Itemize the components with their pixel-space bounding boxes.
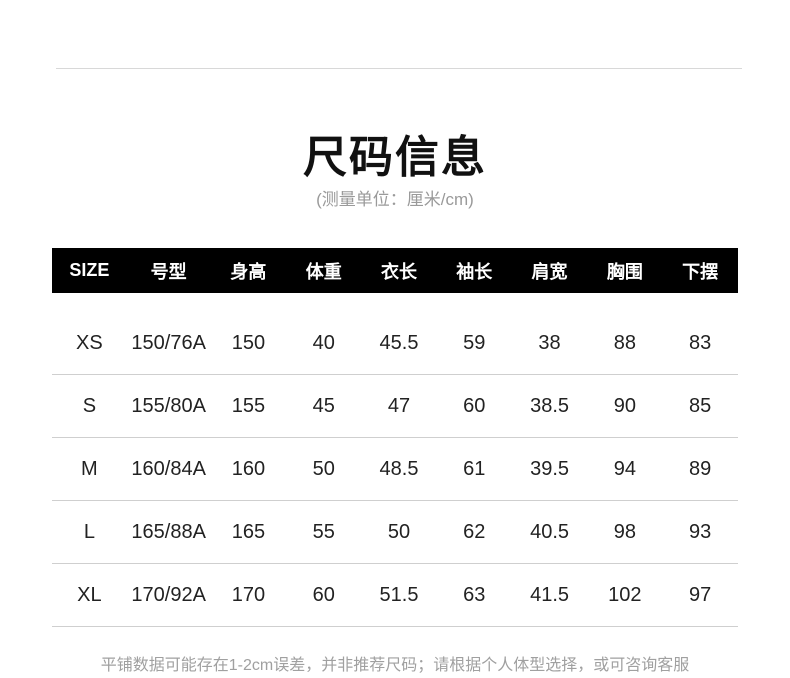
cell-chest: 90	[613, 394, 636, 417]
table-body: XS 150/76A 150 40 45.5 59 38 88 83 S 155…	[52, 312, 738, 627]
cell-length: 47	[387, 394, 411, 417]
cell-height: 170	[231, 583, 266, 606]
cell-hem: 89	[688, 457, 712, 480]
cell-chest: 94	[613, 457, 636, 480]
header-hem: 下摆	[682, 261, 719, 282]
cell-height: 150	[231, 331, 266, 354]
cell-shoulder: 39.5	[530, 457, 570, 480]
cell-length: 48.5	[379, 457, 419, 480]
header-length: 衣长	[380, 261, 417, 282]
cell-height: 165	[231, 520, 266, 543]
table-row: XS 150/76A 150 40 45.5 59 38 88 83	[52, 312, 738, 375]
table-row: XL 170/92A 170 60 51.5 63 41.5 102 97	[52, 564, 738, 627]
cell-chest: 102	[608, 583, 642, 606]
cell-chest: 88	[613, 331, 636, 354]
table-row: S 155/80A 155 45 47 60 38.5 90 85	[52, 375, 738, 438]
cell-size: L	[83, 520, 95, 543]
cell-shoulder: 38.5	[530, 394, 570, 417]
measurement-unit-note: (测量单位：厘米/cm)	[316, 190, 474, 209]
cell-hem: 83	[688, 331, 712, 354]
top-divider	[56, 68, 742, 69]
cell-sleeve: 62	[463, 520, 486, 543]
cell-size: XS	[76, 331, 103, 354]
header-shoulder: 肩宽	[531, 261, 568, 282]
cell-model: 155/80A	[131, 394, 206, 417]
cell-length: 50	[387, 520, 411, 543]
cell-hem: 85	[688, 394, 712, 417]
cell-shoulder: 41.5	[530, 583, 570, 606]
header-sleeve: 袖长	[456, 261, 493, 282]
cell-model: 150/76A	[131, 331, 206, 354]
cell-shoulder: 40.5	[530, 520, 570, 543]
table-row: M 160/84A 160 50 48.5 61 39.5 94 89	[52, 438, 738, 501]
cell-model: 170/92A	[131, 583, 206, 606]
cell-sleeve: 59	[463, 331, 486, 354]
size-chart-table: SIZE 号型 身高 体重 衣长 袖长 肩宽 胸围 下摆 XS 150/76A …	[52, 248, 738, 627]
header-weight: 体重	[305, 261, 342, 282]
cell-hem: 97	[688, 583, 712, 606]
cell-weight: 50	[312, 457, 335, 480]
cell-size: M	[81, 457, 98, 480]
cell-weight: 40	[312, 331, 335, 354]
cell-height: 160	[231, 457, 266, 480]
cell-length: 45.5	[379, 331, 419, 354]
measurement-disclaimer: 平铺数据可能存在1-2cm误差，并非推荐尺码；请根据个人体型选择，或可咨询客服	[100, 657, 690, 674]
table-header-row: SIZE 号型 身高 体重 衣长 袖长 肩宽 胸围 下摆	[52, 248, 738, 293]
cell-size: S	[82, 394, 97, 417]
cell-sleeve: 63	[463, 583, 486, 606]
cell-length: 51.5	[379, 583, 419, 606]
cell-weight: 60	[312, 583, 335, 606]
cell-shoulder: 38	[538, 331, 561, 354]
cell-size: XL	[77, 583, 102, 606]
cell-sleeve: 60	[463, 394, 486, 417]
cell-chest: 98	[613, 520, 636, 543]
cell-weight: 55	[312, 520, 335, 543]
header-model: 号型	[150, 261, 187, 282]
cell-weight: 45	[312, 394, 335, 417]
cell-height: 155	[231, 394, 266, 417]
page-title: 尺码信息	[303, 133, 487, 182]
header-chest: 胸围	[606, 261, 643, 282]
cell-model: 160/84A	[131, 457, 206, 480]
cell-hem: 93	[688, 520, 712, 543]
header-height: 身高	[230, 261, 267, 282]
table-row: L 165/88A 165 55 50 62 40.5 98 93	[52, 501, 738, 564]
cell-model: 165/88A	[131, 520, 206, 543]
cell-sleeve: 61	[463, 457, 486, 480]
header-size: SIZE	[69, 260, 110, 280]
